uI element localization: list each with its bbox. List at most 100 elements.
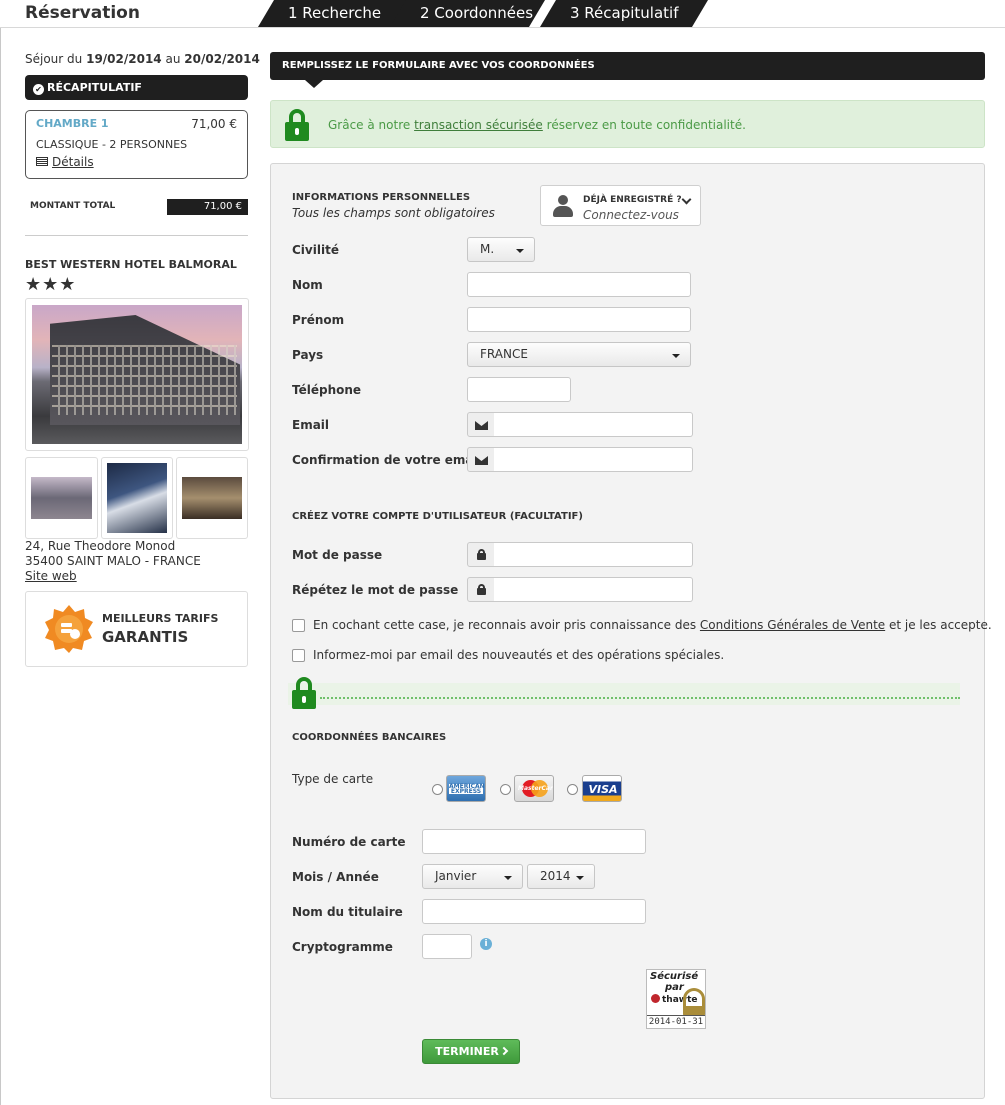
lock-icon	[292, 677, 316, 709]
visa-label: VISA	[588, 783, 618, 796]
holder-input[interactable]	[422, 899, 646, 924]
account-title: CRÉEZ VOTRE COMPTE D'UTILISATEUR (FACULT…	[292, 511, 583, 522]
step-recapitulatif[interactable]: 3 Récapitulatif	[540, 0, 708, 27]
phone-label: Téléphone	[292, 383, 362, 397]
secure-transaction-link[interactable]: transaction sécurisée	[414, 118, 543, 132]
total-label: MONTANT TOTAL	[30, 201, 116, 211]
hotel-stars: ★★★	[25, 274, 77, 295]
lock-icon	[285, 109, 309, 141]
mastercard-card-icon[interactable]: MasterCard	[514, 775, 554, 802]
visa-card-icon[interactable]: VISA	[582, 775, 622, 802]
cgv-text-after: et je les accepte.	[889, 618, 992, 632]
hotel-thumbnail-2[interactable]	[101, 457, 173, 539]
hotel-photo-main[interactable]	[25, 298, 249, 451]
password-repeat-label: Répétez le mot de passe	[292, 583, 459, 597]
year-select[interactable]: 2014	[527, 864, 595, 889]
secure-text: Grâce à notre transaction sécurisée rése…	[328, 118, 746, 132]
card-visa-radio[interactable]	[567, 784, 578, 795]
registered-title: DÉJÀ ENREGISTRÉ ?	[583, 195, 682, 205]
hotel-thumbnail-1[interactable]	[25, 457, 98, 539]
password-input[interactable]	[494, 542, 693, 567]
cgv-text-before: En cochant cette case, je reconnais avoi…	[313, 618, 697, 632]
page-title: Réservation	[25, 3, 140, 23]
date-from: 19/02/2014	[86, 52, 162, 66]
amex-card-icon[interactable]: AMERICAN EXPRESS	[446, 775, 486, 802]
firstname-input[interactable]	[467, 307, 691, 332]
date-to: 20/02/2014	[184, 52, 260, 66]
stay-prefix: Séjour du	[25, 52, 83, 66]
hotel-image	[32, 305, 242, 444]
address-line-1: 24, Rue Theodore Monod	[25, 539, 176, 553]
details-label: Détails	[52, 155, 94, 169]
lock-icon	[467, 542, 495, 567]
secure-text-after: réservez en toute confidentialité.	[546, 118, 746, 132]
phone-input[interactable]	[467, 377, 571, 402]
room-details-link[interactable]: Détails	[36, 155, 237, 169]
civility-select[interactable]: M.	[467, 237, 535, 262]
thawte-seal[interactable]: Sécurisé par thawte 2014-01-31	[646, 969, 706, 1029]
thawte-date: 2014-01-31	[647, 1015, 705, 1028]
personal-info-title: INFORMATIONS PERSONNELLES	[292, 192, 471, 203]
padlock-icon	[683, 988, 705, 1016]
submit-button[interactable]: TERMINER	[422, 1039, 520, 1064]
card-amex-radio[interactable]	[432, 784, 443, 795]
top-bar: Réservation 1 Recherche 2 Coordonnées 3 …	[0, 0, 1005, 28]
sidebar: Séjour du 19/02/2014 au 20/02/2014 ✔ RÉCA…	[0, 28, 260, 1105]
card-mastercard-radio[interactable]	[500, 784, 511, 795]
cgv-link[interactable]: Conditions Générales de Vente	[700, 618, 885, 632]
step-coordonnees[interactable]: 2 Coordonnées	[390, 0, 545, 27]
secure-divider	[288, 683, 960, 705]
divider	[25, 235, 248, 236]
step-label: 2 Coordonnées	[420, 4, 534, 22]
thawte-line-2: par	[665, 982, 684, 993]
mastercard-label: MasterCard	[518, 785, 554, 792]
card-type-label: Type de carte	[292, 772, 374, 786]
recap-label: RÉCAPITULATIF	[47, 81, 142, 94]
country-select[interactable]: FRANCE	[467, 342, 691, 367]
recap-header: ✔ RÉCAPITULATIF	[25, 75, 248, 100]
best-rates-banner: MEILLEURS TARIFS GARANTIS	[25, 591, 248, 667]
step-recherche[interactable]: 1 Recherche	[258, 0, 408, 27]
password-repeat-input[interactable]	[494, 577, 693, 602]
best-price-badge-icon	[45, 605, 93, 653]
month-value: Janvier	[435, 869, 477, 883]
submit-label: TERMINER	[435, 1045, 499, 1058]
chevron-down-icon	[681, 194, 692, 205]
country-label: Pays	[292, 348, 324, 362]
info-icon[interactable]: i	[480, 938, 492, 950]
lastname-label: Nom	[292, 278, 323, 292]
best-rates-line-2: GARANTIS	[102, 628, 189, 646]
password-label: Mot de passe	[292, 548, 383, 562]
hotel-name: BEST WESTERN HOTEL BALMORAL	[25, 258, 237, 271]
lastname-input[interactable]	[467, 272, 691, 297]
firstname-label: Prénom	[292, 313, 345, 327]
chevron-right-icon	[499, 1046, 509, 1056]
cgv-text: En cochant cette case, je reconnais avoi…	[313, 618, 992, 632]
form-header-pointer	[305, 80, 323, 88]
cgv-checkbox[interactable]	[292, 619, 305, 632]
email-confirm-label: Confirmation de votre email	[292, 453, 482, 467]
lock-icon	[467, 577, 495, 602]
website-link[interactable]: Site web	[25, 569, 201, 584]
cvv-input[interactable]	[422, 934, 472, 959]
form-header: REMPLISSEZ LE FORMULAIRE AVEC VOS COORDO…	[270, 52, 985, 80]
dotted-line	[320, 697, 960, 699]
month-select[interactable]: Janvier	[422, 864, 523, 889]
user-icon	[553, 195, 573, 217]
bank-title: COORDONNÉES BANCAIRES	[292, 732, 447, 743]
step-label: 1 Recherche	[288, 4, 382, 22]
caret-down-icon	[504, 876, 512, 880]
step-label: 3 Récapitulatif	[570, 4, 679, 22]
stay-mid: au	[165, 52, 181, 66]
hotel-thumbnail-3[interactable]	[176, 457, 248, 539]
secure-text-before: Grâce à notre	[328, 118, 411, 132]
newsletter-checkbox[interactable]	[292, 649, 305, 662]
card-number-input[interactable]	[422, 829, 646, 854]
month-year-label: Mois / Année	[292, 870, 379, 884]
total-amount: 71,00 €	[167, 199, 248, 215]
thawte-line-1: Sécurisé	[650, 971, 699, 982]
email-input[interactable]	[494, 412, 693, 437]
already-registered-button[interactable]: DÉJÀ ENREGISTRÉ ? Connectez-vous	[540, 185, 701, 226]
room-summary: CHAMBRE 1 71,00 € CLASSIQUE - 2 PERSONNE…	[25, 110, 248, 179]
email-confirm-input[interactable]	[494, 447, 693, 472]
